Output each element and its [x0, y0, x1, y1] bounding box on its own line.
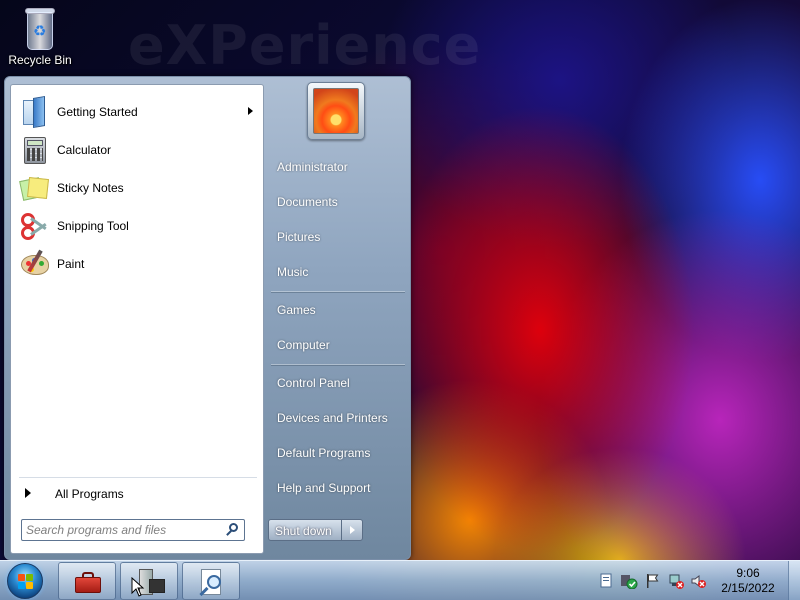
search-input[interactable]: [26, 522, 216, 538]
clock-date: 2/15/2022: [721, 581, 775, 595]
flower-picture: [313, 88, 359, 134]
program-calculator[interactable]: Calculator: [15, 133, 259, 167]
calculator-icon: [19, 135, 49, 165]
taskbar-pinned-toolbox[interactable]: [58, 562, 116, 600]
all-programs-button[interactable]: All Programs: [17, 483, 257, 505]
right-item-pictures[interactable]: Pictures: [267, 223, 407, 251]
separator: [19, 477, 257, 478]
shutdown-options-button[interactable]: [341, 519, 363, 541]
start-menu-programs-pane: Getting Started Calculator Sticky Notes …: [10, 84, 264, 554]
wallpaper-text: eXPerience: [128, 14, 482, 77]
program-label: Snipping Tool: [57, 219, 129, 233]
program-label: Getting Started: [57, 105, 138, 119]
sticky-notes-icon: [19, 173, 49, 203]
right-item-documents[interactable]: Documents: [267, 188, 407, 216]
right-item-label: Documents: [277, 195, 338, 209]
taskbar: 9:06 2/15/2022: [0, 560, 800, 600]
right-item-label: Devices and Printers: [277, 411, 388, 425]
toolbox-icon: [73, 567, 103, 597]
separator: [271, 291, 405, 292]
chevron-right-icon: [350, 526, 355, 534]
right-item-games[interactable]: Games: [267, 296, 407, 324]
expand-arrow-icon: [25, 488, 31, 498]
clock[interactable]: 9:06 2/15/2022: [718, 566, 778, 596]
right-item-label: Music: [277, 265, 309, 279]
separator: [271, 364, 405, 365]
search-box[interactable]: [21, 519, 245, 541]
user-avatar[interactable]: [307, 82, 365, 140]
system-tray: 9:06 2/15/2022: [590, 561, 800, 600]
program-label: Calculator: [57, 143, 112, 157]
right-item-default-programs[interactable]: Default Programs: [267, 439, 407, 467]
right-item-label: Pictures: [277, 230, 321, 244]
windows-logo-icon: [18, 574, 34, 590]
right-item-administrator[interactable]: Administrator: [267, 153, 407, 181]
desktop-icon-label: Recycle Bin: [8, 53, 72, 67]
start-button[interactable]: [7, 563, 43, 599]
program-label: Sticky Notes: [57, 181, 124, 195]
right-item-help-and-support[interactable]: Help and Support: [267, 474, 407, 502]
paint-icon: [19, 249, 49, 279]
show-desktop-button[interactable]: [788, 561, 800, 600]
shutdown-button[interactable]: Shut down: [268, 519, 342, 541]
security-shield-icon[interactable]: [620, 573, 638, 590]
right-item-label: Administrator: [277, 160, 348, 174]
start-menu: Getting Started Calculator Sticky Notes …: [4, 76, 411, 560]
clock-time: 9:06: [736, 566, 760, 580]
right-item-label: Games: [277, 303, 316, 317]
magnifier-document-icon: [197, 567, 227, 597]
shutdown-label: Shut down: [275, 524, 332, 538]
program-paint[interactable]: Paint: [15, 247, 259, 281]
program-snipping-tool[interactable]: Snipping Tool: [15, 209, 259, 243]
right-item-label: Control Panel: [277, 376, 350, 390]
right-item-devices-and-printers[interactable]: Devices and Printers: [267, 404, 407, 432]
taskbar-pinned-magnifier[interactable]: [182, 562, 240, 600]
right-item-label: Default Programs: [277, 446, 371, 460]
submenu-arrow-icon: [248, 107, 253, 115]
right-item-label: Help and Support: [277, 481, 371, 495]
snipping-tool-icon: [19, 211, 49, 241]
right-item-label: Computer: [277, 338, 330, 352]
right-item-computer[interactable]: Computer: [267, 331, 407, 359]
program-label: Paint: [57, 257, 85, 271]
recycle-bin-icon: ♻: [23, 6, 57, 50]
desktop-icon-recycle-bin[interactable]: ♻ Recycle Bin: [4, 6, 76, 67]
volume-muted-icon[interactable]: [690, 573, 706, 589]
flag-icon[interactable]: [644, 573, 660, 589]
program-sticky-notes[interactable]: Sticky Notes: [15, 171, 259, 205]
right-item-music[interactable]: Music: [267, 258, 407, 286]
program-getting-started[interactable]: Getting Started: [15, 95, 259, 129]
taskbar-pinned-computer-management[interactable]: [120, 562, 178, 600]
action-center-icon[interactable]: [598, 573, 614, 589]
right-item-control-panel[interactable]: Control Panel: [267, 369, 407, 397]
all-programs-label: All Programs: [55, 487, 124, 501]
search-icon[interactable]: [225, 523, 239, 537]
network-icon[interactable]: [668, 573, 684, 589]
getting-started-icon: [19, 95, 49, 129]
